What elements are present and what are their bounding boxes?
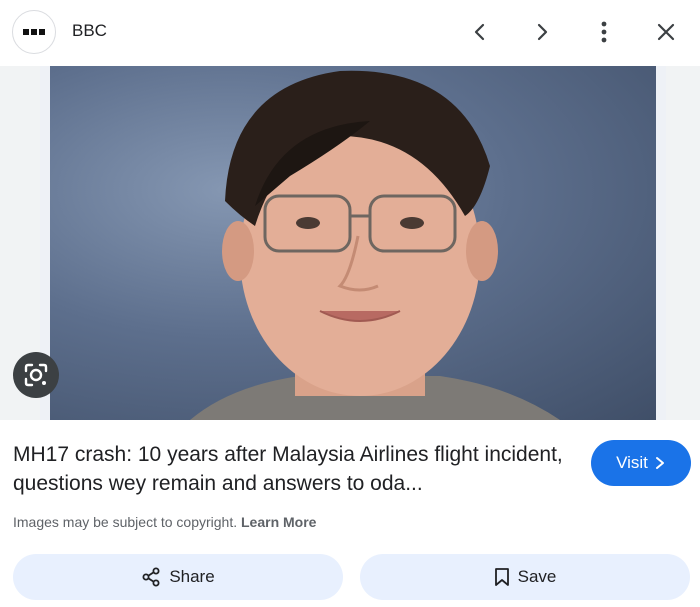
more-options-button[interactable] <box>586 14 622 50</box>
share-button[interactable]: Share <box>13 554 343 600</box>
next-button[interactable] <box>524 14 560 50</box>
preview-photo[interactable] <box>40 66 666 420</box>
more-vert-icon <box>601 21 607 43</box>
image-preview-area <box>0 66 700 420</box>
favicon-block <box>31 29 37 35</box>
share-label: Share <box>169 567 215 586</box>
share-icon <box>142 567 160 587</box>
result-title-link[interactable]: MH17 crash: 10 years after Malaysia Airl… <box>13 440 573 498</box>
copyright-text: Images may be subject to copyright. <box>13 514 238 530</box>
previous-button[interactable] <box>462 14 498 50</box>
header-bar: BBC <box>0 0 700 66</box>
chevron-right-icon <box>655 457 664 469</box>
chevron-left-icon <box>474 23 485 41</box>
google-lens-button[interactable] <box>13 352 59 398</box>
close-icon <box>657 23 675 41</box>
portrait-illustration <box>190 70 560 420</box>
chevron-right-icon <box>537 23 548 41</box>
bookmark-icon <box>494 568 509 586</box>
copyright-notice: Images may be subject to copyright. Lear… <box>13 514 316 530</box>
favicon-block <box>23 29 29 35</box>
site-name[interactable]: BBC <box>72 21 107 41</box>
site-favicon-icon[interactable] <box>12 10 56 54</box>
save-button[interactable]: Save <box>360 554 690 600</box>
learn-more-link[interactable]: Learn More <box>241 514 316 530</box>
visit-label: Visit <box>616 453 648 472</box>
close-button[interactable] <box>648 14 684 50</box>
save-label: Save <box>517 567 557 586</box>
visit-button[interactable]: Visit <box>591 440 691 486</box>
google-lens-icon <box>24 363 48 387</box>
favicon-block <box>39 29 45 35</box>
